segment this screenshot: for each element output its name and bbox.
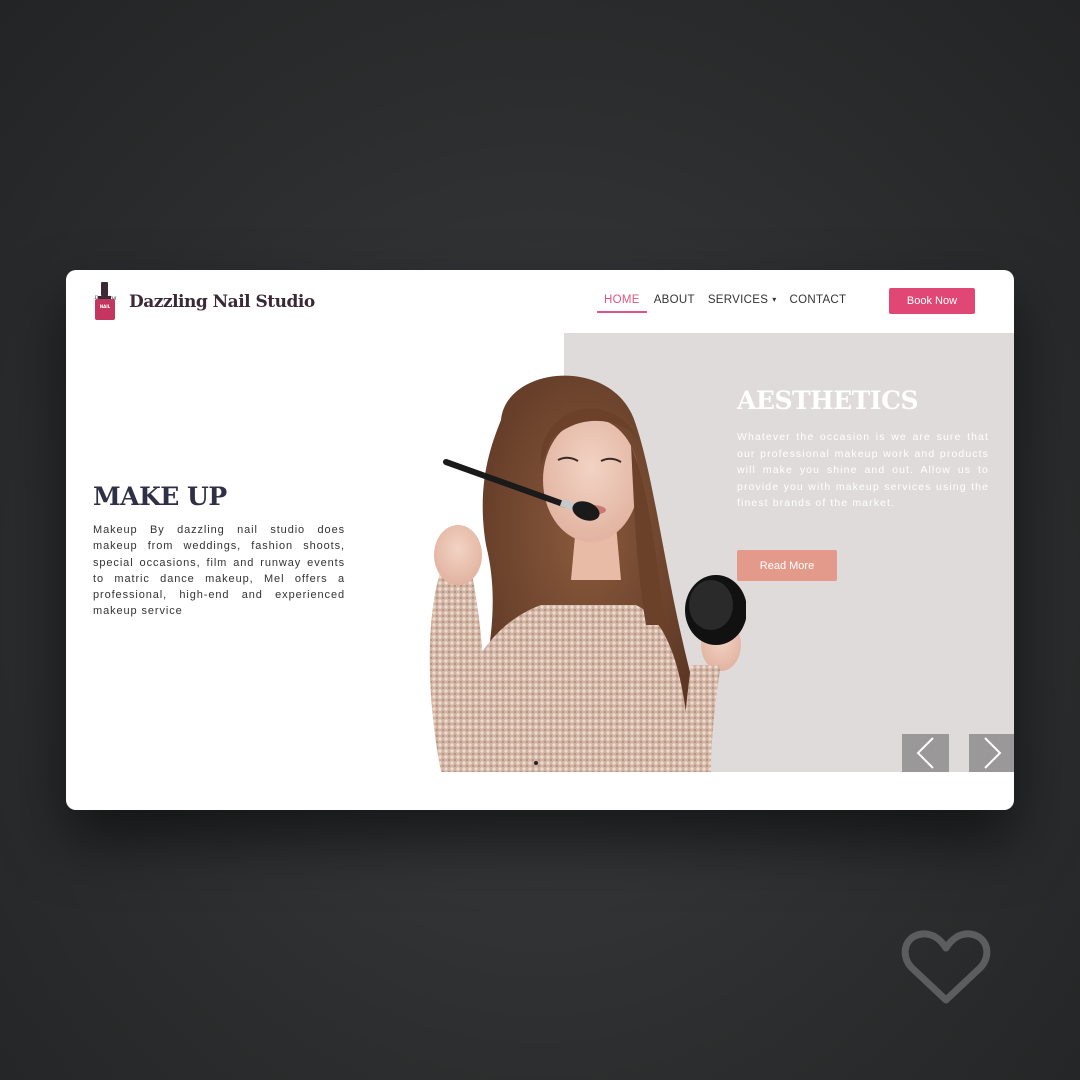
slider-dot[interactable] [534,761,538,765]
chevron-left-icon [916,737,934,769]
book-now-button[interactable]: Book Now [889,288,975,314]
brand-name[interactable]: Dazzling Nail Studio [129,292,315,312]
makeup-description: Makeup By dazzling nail studio does make… [93,524,345,618]
model-photo [429,375,746,772]
chevron-down-icon: ▾ [772,295,777,304]
makeup-title: MAKE UP [93,482,227,511]
logo-script: Dazzling [94,295,117,301]
aesthetics-description: Whatever the occasion is we are sure tha… [737,431,989,509]
logo-tag: NAIL [99,304,111,309]
nav-contact[interactable]: CONTACT [790,293,847,313]
read-more-button[interactable]: Read More [737,550,837,581]
nav-services-label: SERVICES [707,294,769,306]
main-nav: HOME ABOUT SERVICES ▾ CONTACT [597,293,847,313]
heart-icon[interactable] [900,928,992,1008]
logo[interactable]: Dazzling NAIL Dazzling Nail Studio [93,282,315,322]
nail-polish-logo-icon: Dazzling NAIL [93,282,117,322]
slider-prev-button[interactable] [902,734,949,772]
slider-next-button[interactable] [969,734,1014,772]
chevron-right-icon [984,737,1002,769]
nav-services[interactable]: SERVICES ▾ [708,293,777,313]
website-card: Dazzling NAIL Dazzling Nail Studio HOME … [66,270,1014,810]
nav-about[interactable]: ABOUT [654,293,695,313]
aesthetics-title: AESTHETICS [737,386,919,415]
nav-home[interactable]: HOME [597,293,647,313]
slider-dots [534,761,538,765]
